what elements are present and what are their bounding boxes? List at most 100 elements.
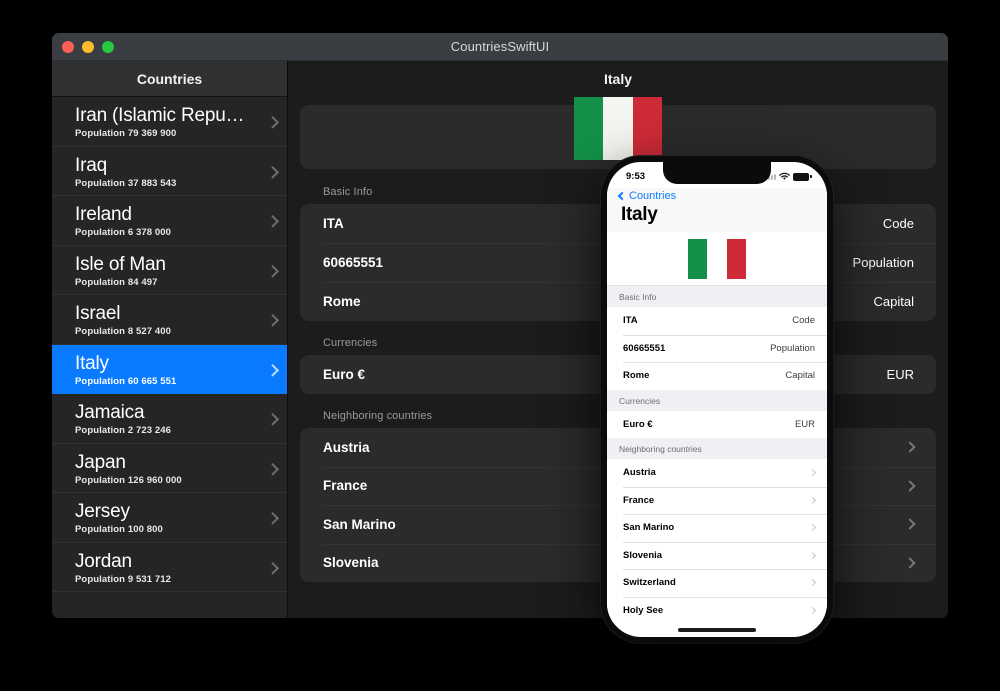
flag-card <box>300 97 936 169</box>
chevron-right-icon <box>808 606 817 614</box>
country-population: Population 100 800 <box>75 524 163 535</box>
list-item[interactable]: Japan Population 126 960 000 <box>52 443 287 493</box>
cell-value: ITA <box>323 216 344 231</box>
cell-key: Capital <box>873 294 914 309</box>
country-name: Jordan <box>75 550 132 572</box>
wifi-icon <box>779 172 790 180</box>
cell-key: Capital <box>785 370 815 382</box>
cell-value: Euro € <box>623 418 653 430</box>
country-population: Population 79 369 900 <box>75 128 177 139</box>
country-name: Jamaica <box>75 402 145 423</box>
chevron-right-icon <box>808 496 817 504</box>
cell-value: 60665551 <box>323 255 384 270</box>
chevron-left-icon <box>617 191 627 201</box>
country-population: Population 6 378 000 <box>75 227 171 238</box>
country-name: Israel <box>75 303 121 324</box>
sidebar: Countries Iran (Islamic Repu… Population… <box>52 61 288 618</box>
italy-flag-icon <box>574 97 662 160</box>
phone-section-label-basic-info: Basic Info <box>607 286 827 307</box>
phone-section-label-currencies: Currencies <box>607 389 827 411</box>
country-name: Italy <box>75 352 109 374</box>
chevron-right-icon <box>808 469 817 477</box>
chevron-right-icon <box>904 518 916 530</box>
country-name: Iraq <box>75 154 107 176</box>
cell-value: Rome <box>623 370 650 382</box>
list-item[interactable]: Isle of Man Population 84 497 <box>52 245 287 295</box>
country-list[interactable]: Iran (Islamic Repu… Population 79 369 90… <box>52 97 287 618</box>
chevron-right-icon <box>904 480 916 492</box>
cell-value: 60665551 <box>623 342 666 354</box>
table-row: 60665551 Population <box>607 334 827 362</box>
cell-key: Code <box>792 315 815 327</box>
neighbor-name: Slovenia <box>623 549 663 561</box>
phone-neighbors-list: Austria France San Marino Slovenia Switz… <box>607 459 827 624</box>
detail-title: Italy <box>288 61 948 97</box>
back-button[interactable]: Countries <box>617 190 813 202</box>
phone-navbar: Countries Italy <box>607 188 827 232</box>
cell-key: Code <box>882 216 914 231</box>
country-population: Population 8 527 400 <box>75 326 171 337</box>
status-indicators <box>765 172 812 181</box>
country-name: Isle of Man <box>75 253 166 275</box>
country-name: Jersey <box>75 501 130 522</box>
neighbor-name: Switzerland <box>623 577 676 589</box>
country-population: Population 9 531 712 <box>75 573 171 585</box>
table-row: Rome Capital <box>607 362 827 390</box>
neighbor-name: San Marino <box>623 522 675 534</box>
phone-screen: 9:53 Countries Italy Basic Info ITA Code… <box>607 162 827 637</box>
list-item[interactable]: Iraq Population 37 883 543 <box>52 146 287 196</box>
phone-page-title: Italy <box>621 204 658 225</box>
chevron-right-icon <box>904 441 916 453</box>
neighbor-name: France <box>623 494 655 506</box>
window-title: CountriesSwiftUI <box>450 39 550 54</box>
chevron-right-icon <box>808 524 817 532</box>
italy-flag-icon <box>688 238 746 279</box>
list-item[interactable]: Jamaica Population 2 723 246 <box>52 394 287 444</box>
phone-flag-area <box>607 232 827 286</box>
cell-key: Population <box>770 342 815 354</box>
cell-value: ITA <box>623 315 638 327</box>
table-row: Euro € EUR <box>607 410 827 438</box>
neighbor-row[interactable]: Holy See <box>607 596 827 624</box>
country-name: Ireland <box>75 204 132 225</box>
cell-value: Rome <box>323 294 361 309</box>
cell-key: EUR <box>794 418 815 430</box>
chevron-right-icon <box>808 551 817 559</box>
cell-value: Euro € <box>323 367 366 382</box>
neighbor-row[interactable]: France <box>607 486 827 514</box>
neighbor-row[interactable]: Slovenia <box>607 541 827 569</box>
list-item[interactable]: Iran (Islamic Repu… Population 79 369 90… <box>52 97 287 147</box>
country-population: Population 84 497 <box>75 276 158 288</box>
list-item[interactable]: Israel Population 8 527 400 <box>52 295 287 345</box>
cell-key: EUR <box>886 367 914 382</box>
country-population: Population 126 960 000 <box>75 474 182 486</box>
list-item[interactable]: Ireland Population 6 378 000 <box>52 196 287 246</box>
battery-icon <box>793 172 812 181</box>
country-population: Population 60 665 551 <box>75 375 177 387</box>
country-population: Population 2 723 246 <box>75 425 171 436</box>
home-indicator[interactable] <box>678 628 756 632</box>
phone-basic-info-list: ITA Code 60665551 Population Rome Capita… <box>607 307 827 390</box>
neighbor-row[interactable]: San Marino <box>607 514 827 542</box>
chevron-right-icon <box>904 557 916 569</box>
phone-notch <box>663 162 771 184</box>
neighbor-name: Holy See <box>623 604 664 616</box>
country-population: Population 37 883 543 <box>75 177 177 189</box>
country-name: Iran (Islamic Repu… <box>75 105 245 126</box>
neighbor-row[interactable]: Switzerland <box>607 569 827 597</box>
cell-key: Population <box>852 255 914 270</box>
window-titlebar: CountriesSwiftUI <box>52 33 948 61</box>
country-name: Japan <box>75 451 126 473</box>
neighbor-row[interactable]: Austria <box>607 459 827 487</box>
table-row: ITA Code <box>607 307 827 335</box>
iphone-simulator: 9:53 Countries Italy Basic Info ITA Code… <box>601 156 833 643</box>
list-item-selected[interactable]: Italy Population 60 665 551 <box>52 344 287 394</box>
status-time: 9:53 <box>626 171 646 182</box>
list-item[interactable]: Jersey Population 100 800 <box>52 493 287 543</box>
chevron-right-icon <box>808 579 817 587</box>
sidebar-header: Countries <box>52 61 287 97</box>
phone-section-label-neighbors: Neighboring countries <box>607 438 827 459</box>
list-item[interactable]: Jordan Population 9 531 712 <box>52 542 287 592</box>
back-label: Countries <box>629 190 677 202</box>
phone-currencies-list: Euro € EUR <box>607 410 827 438</box>
